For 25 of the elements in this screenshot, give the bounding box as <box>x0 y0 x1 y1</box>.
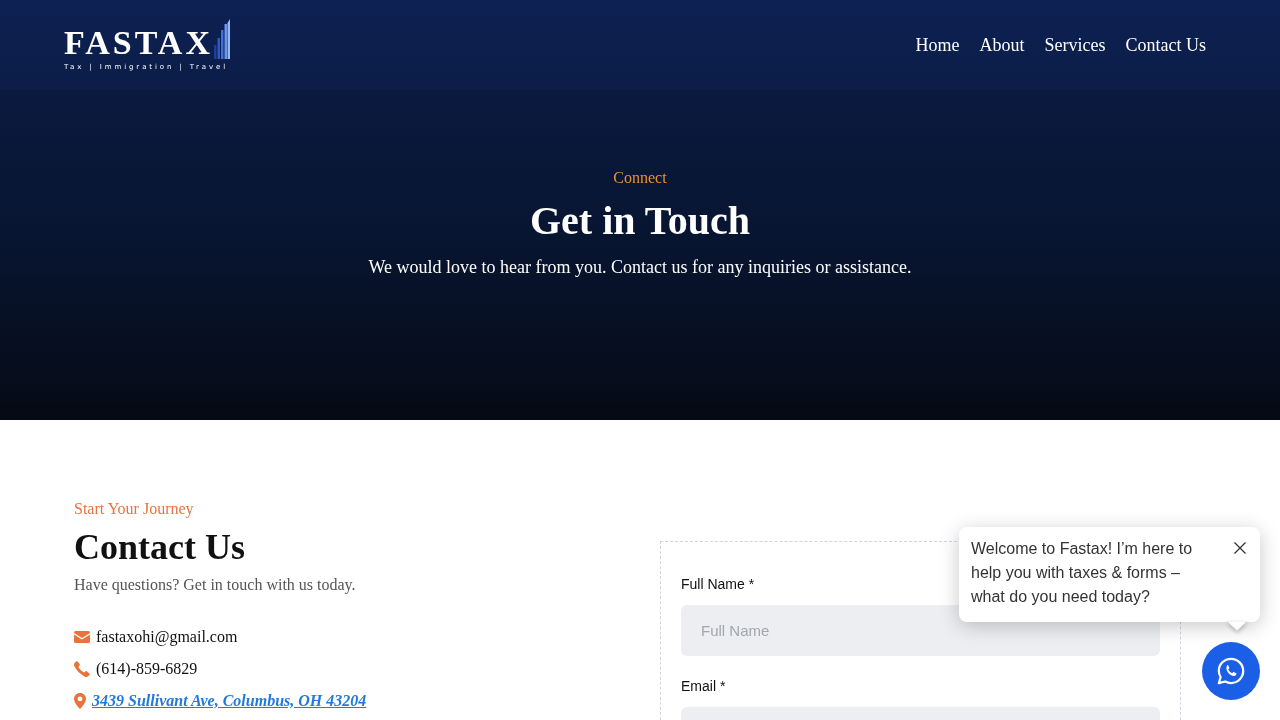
section-eyebrow: Start Your Journey <box>74 499 195 520</box>
section-subtitle: Have questions? Get in touch with us today. <box>74 575 357 596</box>
hero-eyebrow: Connect <box>612 168 668 188</box>
email-text: fastaxohi@gmail.com <box>96 627 238 648</box>
map-pin-icon <box>74 693 86 709</box>
close-icon <box>1233 541 1247 555</box>
hero-title: Get in Touch <box>528 197 752 245</box>
chat-message: Welcome to Fastax! I’m here to help you with taxes & forms – what do you need today? <box>971 539 1194 607</box>
section-title: Contact Us <box>74 526 246 569</box>
bars-icon <box>214 19 230 59</box>
chat-phone-icon <box>1216 656 1246 686</box>
envelope-icon <box>74 631 90 643</box>
logo-wordmark: FASTAX <box>64 26 213 60</box>
nav-link[interactable]: Contact Us <box>1125 33 1206 57</box>
field-label: Full Name * <box>681 575 755 594</box>
field-label: Email * <box>681 677 726 696</box>
nav-link[interactable]: About <box>979 33 1025 57</box>
nav-link[interactable]: Services <box>1044 33 1106 57</box>
phone-icon <box>74 661 90 677</box>
hero-subtitle: We would love to hear from you. Contact us for any inquiries or assistance. <box>367 256 913 279</box>
close-button[interactable] <box>1233 541 1247 555</box>
address-link[interactable]: 3439 Sullivant Ave, Columbus, OH 43204 <box>92 689 367 713</box>
phone-text: (614)-859-6829 <box>96 659 198 680</box>
chat-button[interactable] <box>1202 642 1260 700</box>
nav-link[interactable]: Home <box>915 33 960 57</box>
